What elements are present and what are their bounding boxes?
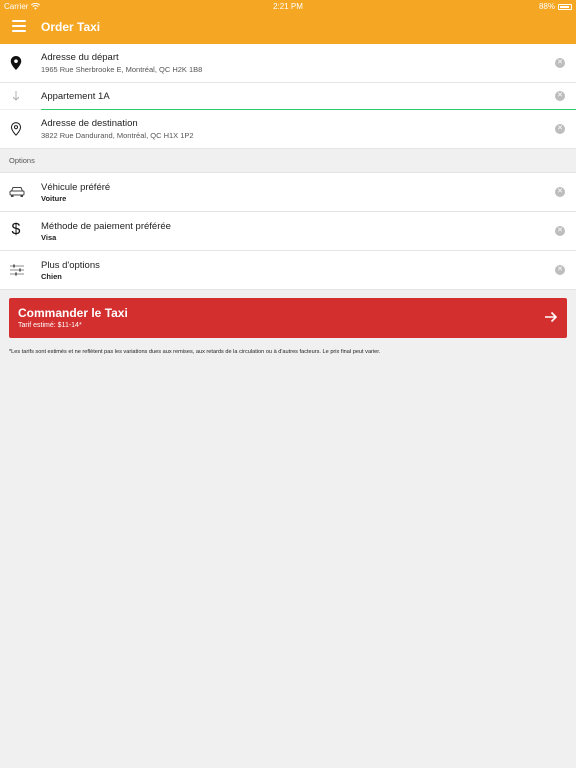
option-more-value: Chien (41, 272, 62, 281)
destination-value: 3822 Rue Dandurand, Montréal, QC H1X 1P2 (41, 131, 194, 140)
status-bar: Carrier 2:21 PM 88% (0, 0, 576, 12)
page-title: Order Taxi (41, 20, 101, 34)
option-more-row[interactable]: Plus d'options Chien ✕ (0, 251, 576, 289)
car-icon (9, 185, 25, 199)
arrow-right-icon (545, 311, 558, 323)
destination-address-row[interactable]: Adresse de destination 3822 Rue Danduran… (0, 110, 576, 148)
options-section-label: Options (9, 156, 35, 165)
option-vehicle-row[interactable]: Véhicule préféré Voiture ✕ (0, 173, 576, 211)
location-pin-filled-icon (9, 56, 23, 70)
clear-apartment-button[interactable]: ✕ (555, 91, 565, 101)
battery-icon (558, 3, 572, 10)
clear-vehicle-button[interactable]: ✕ (555, 187, 565, 197)
divider (0, 289, 576, 290)
apartment-input[interactable]: Appartement 1A (41, 91, 110, 102)
menu-button[interactable] (12, 20, 26, 34)
battery-percent: 88% (538, 2, 555, 11)
dollar-icon: $ (11, 221, 21, 238)
navbar: Order Taxi (0, 12, 576, 44)
order-taxi-button[interactable]: Commander le Taxi Tarif estimé: $11-14* (9, 298, 567, 338)
clear-more-button[interactable]: ✕ (555, 265, 565, 275)
clear-departure-button[interactable]: ✕ (555, 58, 565, 68)
order-taxi-label: Commander le Taxi (18, 306, 128, 320)
departure-title: Adresse du départ (41, 52, 119, 63)
fare-disclaimer: *Les tarifs sont estimés et ne reflètent… (9, 349, 381, 355)
option-vehicle-title: Véhicule préféré (41, 182, 111, 193)
apartment-row[interactable]: Appartement 1A ✕ (0, 83, 576, 109)
sliders-icon (9, 263, 25, 277)
clear-payment-button[interactable]: ✕ (555, 226, 565, 236)
destination-title: Adresse de destination (41, 118, 138, 129)
departure-value: 1965 Rue Sherbrooke E, Montréal, QC H2K … (41, 65, 203, 74)
option-more-title: Plus d'options (41, 260, 100, 271)
status-time: 2:21 PM (273, 2, 303, 11)
option-payment-title: Méthode de paiement préférée (41, 221, 171, 232)
arrow-down-icon (9, 89, 23, 103)
option-payment-row[interactable]: $ Méthode de paiement préférée Visa ✕ (0, 212, 576, 250)
clear-destination-button[interactable]: ✕ (555, 124, 565, 134)
location-pin-outline-icon (9, 122, 23, 136)
battery: 88% (539, 2, 572, 11)
option-vehicle-value: Voiture (41, 194, 67, 203)
departure-address-row[interactable]: Adresse du départ 1965 Rue Sherbrooke E,… (0, 44, 576, 82)
divider (0, 148, 576, 149)
estimated-fare: Tarif estimé: $11-14* (18, 322, 82, 329)
option-payment-value: Visa (41, 233, 57, 242)
